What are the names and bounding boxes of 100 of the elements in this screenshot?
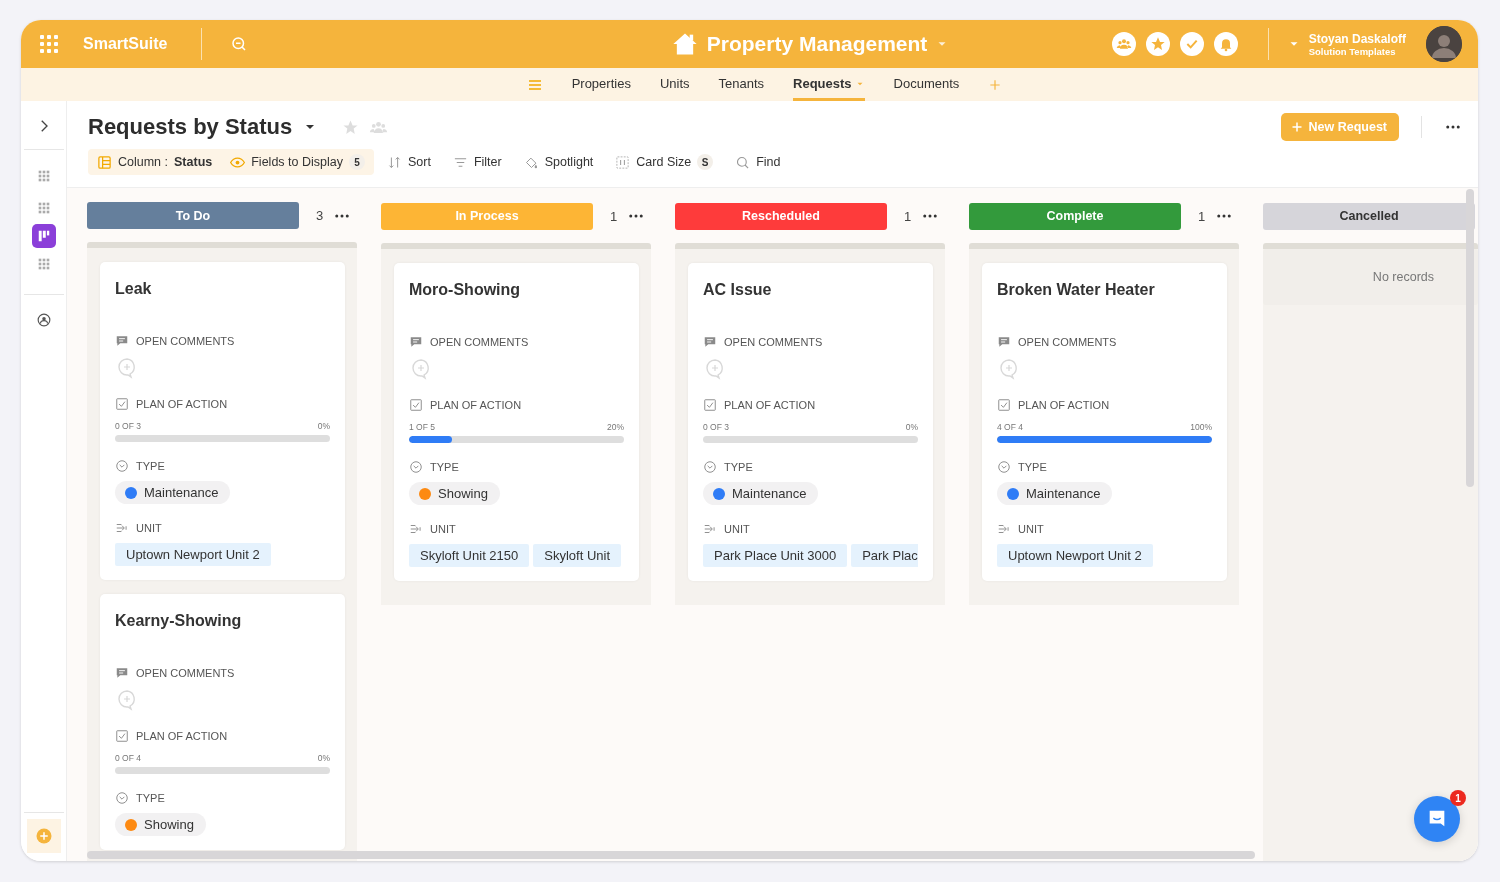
sort-icon xyxy=(386,154,402,170)
type-tag: Showing xyxy=(409,482,500,505)
toolbar-button[interactable]: Filter xyxy=(443,149,511,175)
comment-icon xyxy=(115,334,129,348)
kanban-view-button[interactable] xyxy=(31,224,56,248)
field-label: OPEN COMMENTS xyxy=(724,336,823,348)
field-label: PLAN OF ACTION xyxy=(136,730,228,742)
record-count: 1 xyxy=(904,208,912,224)
scrollbar[interactable] xyxy=(87,851,1255,859)
toolbar-button[interactable]: Column : Status xyxy=(88,149,222,175)
field-label: TYPE xyxy=(136,460,165,472)
field-label: OPEN COMMENTS xyxy=(136,335,235,347)
checkbox-icon xyxy=(409,398,423,412)
progress-percent: 20% xyxy=(607,422,624,432)
nav-tab[interactable]: Units xyxy=(659,68,690,101)
toolbar-button[interactable]: Spotlight xyxy=(514,149,603,175)
nav-tab[interactable]: Properties xyxy=(571,68,631,101)
progress-count: 0 OF 4 xyxy=(115,753,141,763)
record-card[interactable]: Broken Water Heater OPEN COMMENTS PLAN OF ACTION 4 OF 4 100% TYPE Maintenance UNIT Uptown Newport Unit 2 xyxy=(982,263,1227,581)
checkbox-icon xyxy=(115,397,129,411)
field-label: TYPE xyxy=(1018,461,1047,473)
comment-icon xyxy=(703,335,717,349)
status-header[interactable]: Rescheduled xyxy=(675,202,887,230)
field-label: UNIT xyxy=(1018,523,1044,535)
checkbox-icon xyxy=(703,398,717,412)
type-tag: Maintenance xyxy=(997,482,1113,505)
apps-grid-icon[interactable] xyxy=(37,32,61,56)
status-header[interactable]: Cancelled xyxy=(1263,202,1475,230)
record-count: 1 xyxy=(610,208,618,224)
chevron-circle-icon xyxy=(409,460,423,474)
star-icon[interactable] xyxy=(342,118,360,136)
nav-tab[interactable]: Documents xyxy=(893,68,960,101)
field-label: TYPE xyxy=(136,792,165,804)
favorites-button[interactable] xyxy=(1145,32,1170,56)
toolbar-button[interactable]: Card Size S xyxy=(606,149,723,175)
progress-count: 4 OF 4 xyxy=(997,422,1023,432)
progress-count: 1 OF 5 xyxy=(409,422,435,432)
progress-percent: 0% xyxy=(317,421,330,431)
comment-icon xyxy=(997,335,1011,349)
link-field-icon xyxy=(997,522,1011,536)
card-title: Kearny-Showing xyxy=(115,612,243,630)
link-field-icon xyxy=(703,522,717,536)
star-icon xyxy=(1149,36,1166,52)
link-field-icon xyxy=(115,521,129,535)
people-icon xyxy=(1115,36,1132,52)
card-title: AC Issue xyxy=(703,281,773,299)
notifications-button[interactable] xyxy=(1213,32,1238,56)
checkbox-icon xyxy=(115,729,129,743)
field-label: PLAN OF ACTION xyxy=(430,399,522,411)
unit-chip[interactable]: Park Place Unit 3000 xyxy=(703,544,848,567)
progress-percent: 0% xyxy=(905,422,918,432)
card-title: Moro-Showing xyxy=(409,281,522,299)
link-field-icon xyxy=(409,522,423,536)
field-label: TYPE xyxy=(724,461,753,473)
unit-chip[interactable]: Uptown Newport Unit 2 xyxy=(115,543,271,566)
record-count: 3 xyxy=(316,208,324,223)
empty-state: No records xyxy=(1263,249,1478,305)
field-label: TYPE xyxy=(430,461,459,473)
field-label: UNIT xyxy=(724,523,750,535)
unit-chip[interactable]: Skyloft Unit 2150 xyxy=(409,544,530,567)
status-header[interactable]: To Do xyxy=(87,202,299,229)
eye-icon xyxy=(230,154,246,170)
kanban-icon xyxy=(36,229,51,243)
unit-chip[interactable]: Skyloft Unit xyxy=(533,544,622,567)
card-title: Broken Water Heater xyxy=(997,281,1156,299)
avatar[interactable] xyxy=(1426,26,1462,62)
tasks-button[interactable] xyxy=(1179,32,1204,56)
chevron-circle-icon xyxy=(703,460,717,474)
status-header[interactable]: Complete xyxy=(969,202,1181,230)
progress-count: 0 OF 3 xyxy=(703,422,729,432)
field-label: OPEN COMMENTS xyxy=(430,336,529,348)
add-tab-icon[interactable] xyxy=(988,77,1003,92)
unit-chip[interactable]: Park Plac xyxy=(851,544,918,567)
record-card[interactable]: Leak OPEN COMMENTS PLAN OF ACTION 0 OF 3 0% TYPE Maintenance UNIT Uptown Newport Unit 2 xyxy=(100,262,345,580)
toolbar-button[interactable]: Find xyxy=(726,149,790,175)
field-label: PLAN OF ACTION xyxy=(1018,399,1110,411)
type-tag: Maintenance xyxy=(703,482,819,505)
team-button[interactable] xyxy=(1111,32,1136,56)
search-icon xyxy=(735,154,751,170)
field-label: UNIT xyxy=(430,523,456,535)
chevron-circle-icon xyxy=(997,460,1011,474)
toolbar-button[interactable]: Sort xyxy=(377,149,440,175)
progress-percent: 100% xyxy=(1190,422,1212,432)
user-role: Solution Templates xyxy=(1308,45,1397,57)
columns-icon xyxy=(97,154,112,170)
nav-tab[interactable]: Tenants xyxy=(718,68,765,101)
comment-icon xyxy=(115,666,129,680)
record-card[interactable]: AC Issue OPEN COMMENTS PLAN OF ACTION 0 OF 3 0% TYPE Maintenance UNIT Park Place Unit 3000 Park Plac xyxy=(688,263,933,581)
record-card[interactable]: Moro-Showing OPEN COMMENTS PLAN OF ACTION 1 OF 5 20% TYPE Showing UNIT Skyloft Unit 2150 Skyloft Unit xyxy=(394,263,639,581)
toolbar-button[interactable]: Fields to Display 5 xyxy=(221,149,374,175)
type-tag: Maintenance xyxy=(115,481,231,504)
person-circle-icon[interactable] xyxy=(36,313,51,327)
add-circle-icon[interactable] xyxy=(34,827,53,845)
record-card[interactable]: Kearny-Showing OPEN COMMENTS PLAN OF ACTION 0 OF 4 0% TYPE Showing xyxy=(100,594,345,850)
view-title: Requests by Status xyxy=(88,114,293,140)
field-label: PLAN OF ACTION xyxy=(724,399,816,411)
user-name: Stoyan Daskaloff xyxy=(1308,31,1406,46)
unit-chip[interactable]: Uptown Newport Unit 2 xyxy=(997,544,1153,567)
type-tag: Showing xyxy=(115,813,206,836)
scrollbar[interactable] xyxy=(1466,189,1474,487)
